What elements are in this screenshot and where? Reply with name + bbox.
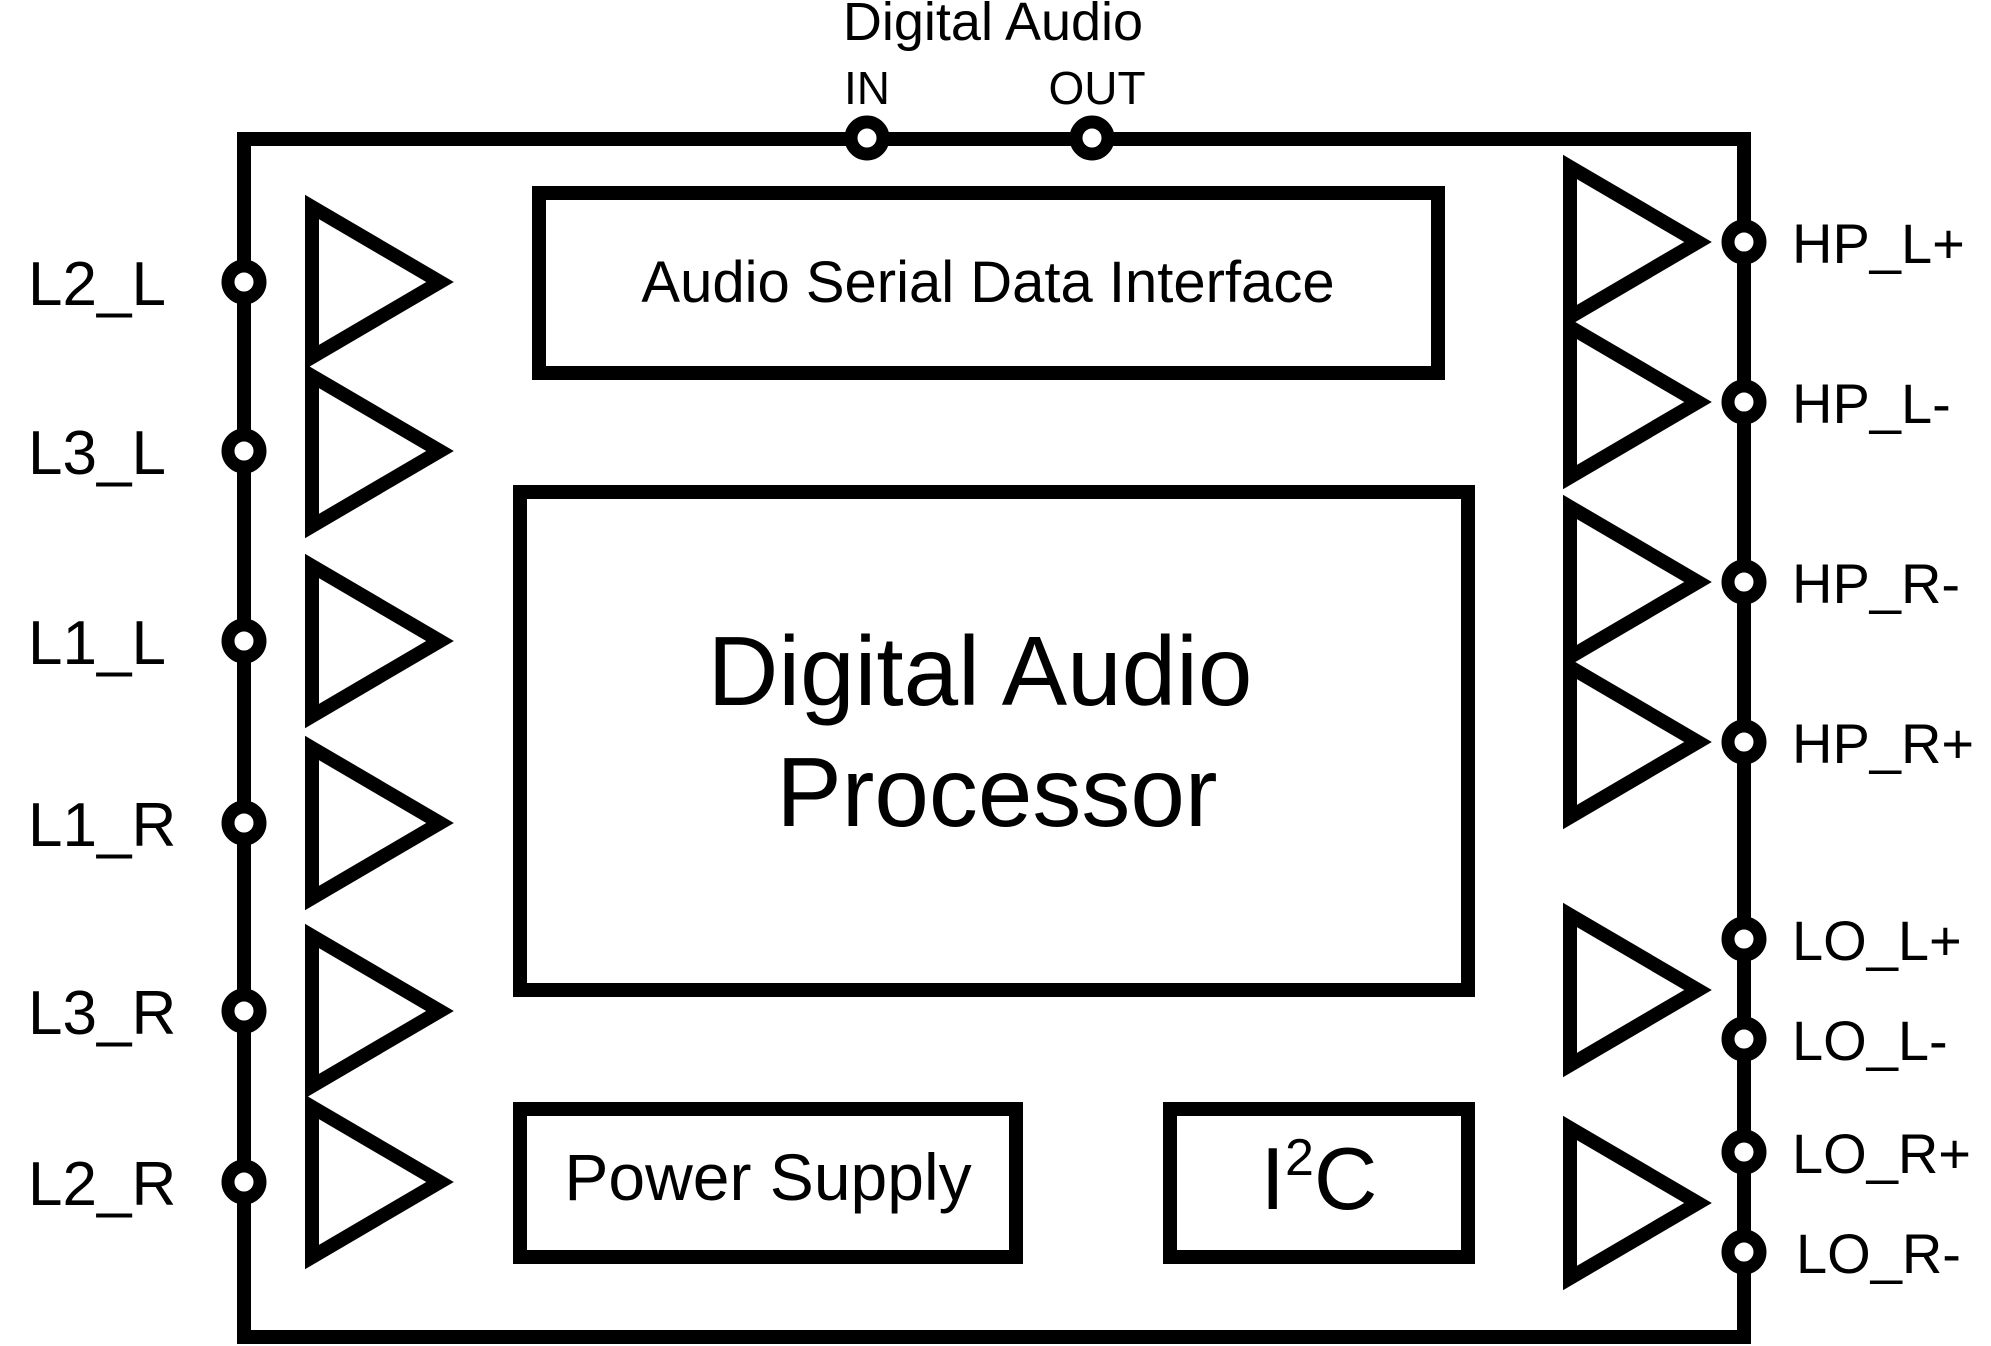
pin-out bbox=[1069, 115, 1115, 161]
pin-lo-r-minus bbox=[1721, 1229, 1767, 1275]
right-output-pins: HP_L+ HP_L- HP_R- HP_R+ LO_L+ LO_L- LO_R… bbox=[1563, 154, 1974, 1291]
digital-audio-header: Digital Audio bbox=[843, 0, 1143, 52]
pin-label-hp-r-plus: HP_R+ bbox=[1792, 712, 1974, 775]
processor-block: Digital Audio Processor bbox=[513, 485, 1475, 997]
amplifier-icon-l3-l bbox=[305, 363, 454, 539]
i2c-label-tail: C bbox=[1314, 1129, 1378, 1228]
pin-label-l1-l: L1_L bbox=[28, 609, 166, 678]
amplifier-icon-l1-l bbox=[305, 553, 454, 729]
amplifier-icon-hp-l-plus bbox=[1563, 154, 1712, 330]
pin-label-l2-l: L2_L bbox=[28, 250, 166, 319]
amplifier-icon-hp-r-plus bbox=[1563, 654, 1712, 830]
amplifier-icon-l1-r bbox=[305, 735, 454, 911]
pin-label-lo-l-minus: LO_L- bbox=[1792, 1009, 1948, 1072]
pin-label-l1-r: L1_R bbox=[28, 791, 176, 860]
pin-hp-r-plus bbox=[1721, 719, 1767, 765]
i2c-label: I2C bbox=[1261, 1129, 1378, 1228]
amplifier-icon-hp-l-minus bbox=[1563, 314, 1712, 490]
amplifier-icon-l2-l bbox=[305, 194, 454, 370]
pin-label-hp-l-minus: HP_L- bbox=[1792, 372, 1951, 435]
pin-l1-r bbox=[221, 800, 267, 846]
pin-lo-l-plus bbox=[1721, 916, 1767, 962]
pin-label-l3-r: L3_R bbox=[28, 979, 176, 1048]
pin-lo-l-minus bbox=[1721, 1016, 1767, 1062]
amplifier-icon-l2-r bbox=[305, 1094, 454, 1270]
i2c-label-base: I bbox=[1261, 1129, 1285, 1228]
pin-label-hp-l-plus: HP_L+ bbox=[1792, 212, 1965, 275]
serial-interface-block: Audio Serial Data Interface bbox=[532, 186, 1445, 380]
pin-l1-l bbox=[221, 618, 267, 664]
amplifier-icon-lo-l bbox=[1563, 902, 1712, 1078]
pin-label-l3-l: L3_L bbox=[28, 419, 166, 488]
pin-label-l2-r: L2_R bbox=[28, 1150, 176, 1219]
pin-hp-l-plus bbox=[1721, 219, 1767, 265]
power-supply-label: Power Supply bbox=[564, 1140, 971, 1214]
amplifier-icon-hp-r-minus bbox=[1563, 494, 1712, 670]
pin-hp-r-minus bbox=[1721, 559, 1767, 605]
pin-l3-l bbox=[221, 428, 267, 474]
power-supply-block: Power Supply bbox=[513, 1102, 1023, 1264]
block-diagram: Digital Audio IN OUT Audio Serial Data I… bbox=[28, 0, 1974, 1344]
pin-l3-r bbox=[221, 988, 267, 1034]
amplifier-icon-l3-r bbox=[305, 923, 454, 1099]
pin-label-lo-l-plus: LO_L+ bbox=[1792, 909, 1962, 972]
serial-interface-label: Audio Serial Data Interface bbox=[641, 250, 1334, 315]
pin-label-in: IN bbox=[844, 62, 890, 114]
pin-hp-l-minus bbox=[1721, 379, 1767, 425]
pin-label-out: OUT bbox=[1048, 62, 1145, 114]
i2c-label-superscript: 2 bbox=[1285, 1129, 1314, 1187]
pin-label-lo-r-minus: LO_R- bbox=[1796, 1222, 1961, 1285]
i2c-block: I2C bbox=[1163, 1102, 1475, 1264]
pin-label-hp-r-minus: HP_R- bbox=[1792, 552, 1960, 615]
processor-label-line2: Processor bbox=[776, 737, 1217, 847]
amplifier-icon-lo-r bbox=[1563, 1115, 1712, 1291]
pin-l2-r bbox=[221, 1159, 267, 1205]
pin-in bbox=[844, 115, 890, 161]
pin-lo-r-plus bbox=[1721, 1129, 1767, 1175]
left-input-pins: L2_L L3_L L1_L L1_R L3_R L2_R bbox=[28, 194, 454, 1270]
processor-label-line1: Digital Audio bbox=[708, 616, 1253, 726]
pin-l2-l bbox=[221, 259, 267, 305]
pin-label-lo-r-plus: LO_R+ bbox=[1792, 1122, 1971, 1185]
